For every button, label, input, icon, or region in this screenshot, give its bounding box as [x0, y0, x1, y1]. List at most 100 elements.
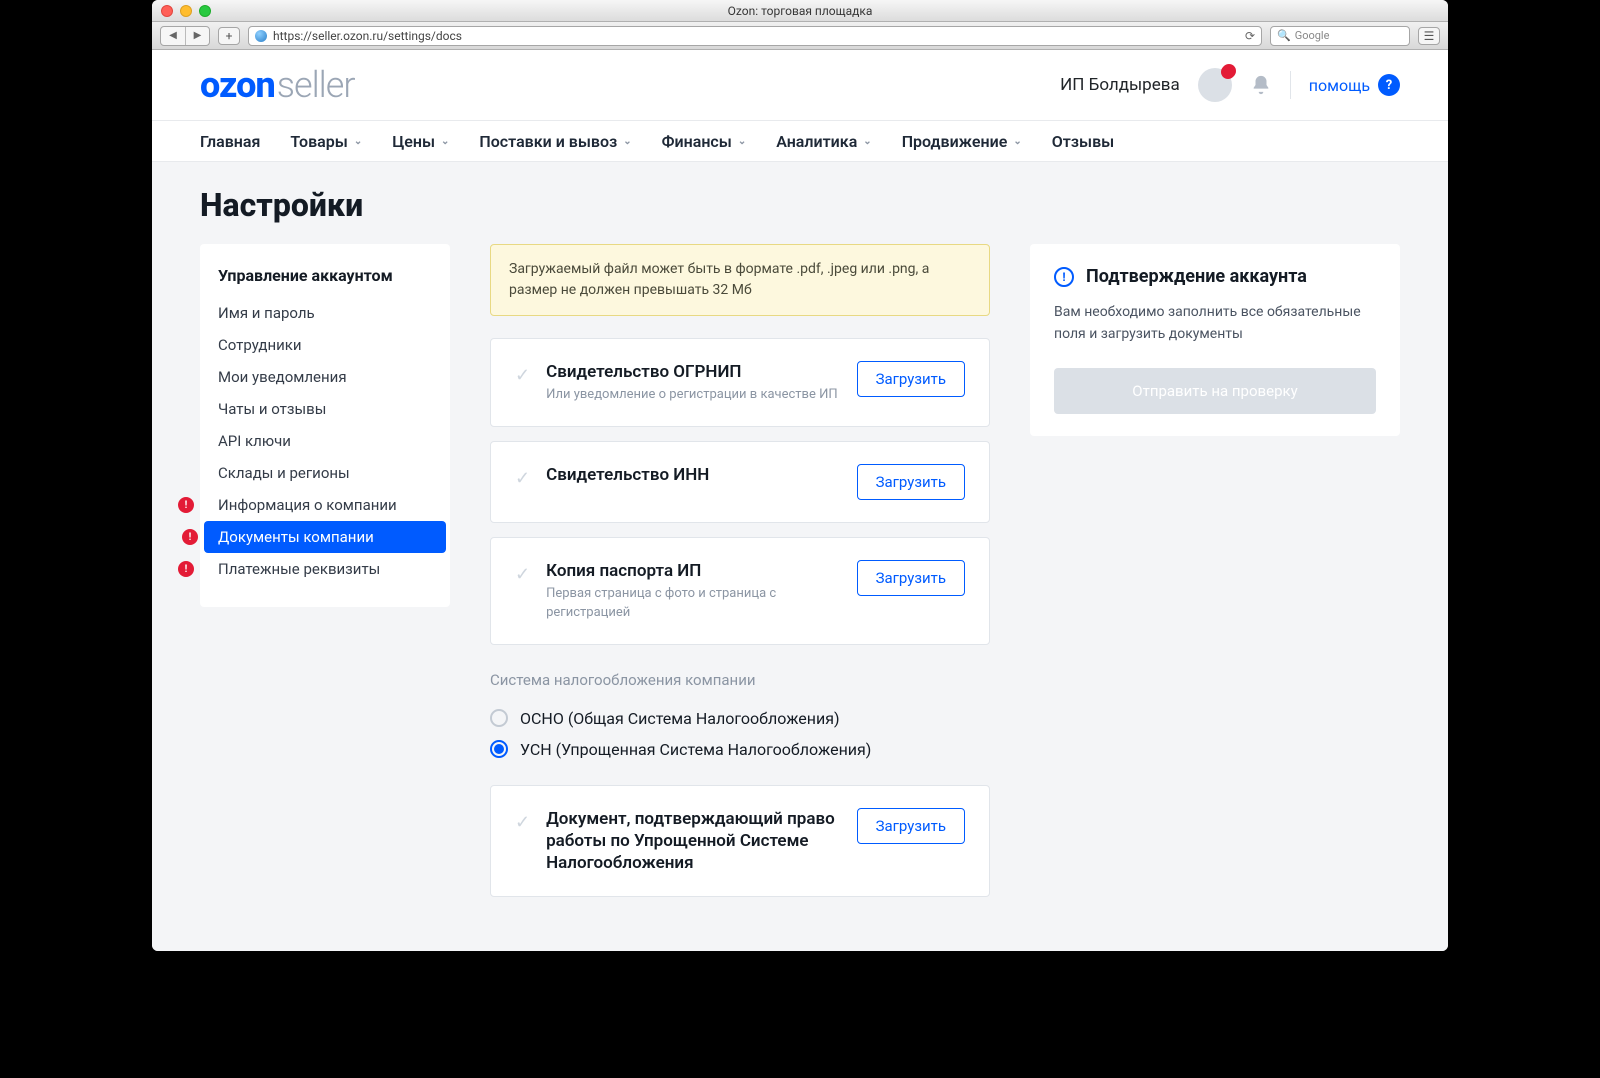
- sidebar-item-label: Документы компании: [218, 528, 374, 546]
- viewport: ozon seller ИП Болдырева ! помощь ? Глав…: [152, 50, 1448, 951]
- upload-title: Документ, подтверждающий право работы по…: [546, 808, 840, 874]
- sidebar-item-label: Имя и пароль: [218, 304, 315, 322]
- url-text: https://seller.ozon.ru/settings/docs: [273, 29, 462, 43]
- upload-button[interactable]: Загрузить: [857, 560, 965, 596]
- avatar[interactable]: !: [1198, 68, 1232, 102]
- sidebar-item-0[interactable]: Имя и пароль: [200, 297, 450, 329]
- page-title: Настройки: [200, 186, 1400, 224]
- submit-button[interactable]: Отправить на проверку: [1054, 368, 1376, 414]
- nav-item-3[interactable]: Поставки и вывоз⌄: [479, 132, 631, 151]
- logo[interactable]: ozon seller: [200, 64, 354, 106]
- nav-item-2[interactable]: Цены⌄: [392, 132, 449, 151]
- search-placeholder: Google: [1295, 29, 1330, 42]
- search-bar[interactable]: 🔍 Google: [1270, 26, 1410, 46]
- alert-badge-icon: !: [1222, 64, 1236, 78]
- menu-button[interactable]: ☰: [1418, 27, 1440, 45]
- sidebar-item-label: Информация о компании: [218, 496, 397, 514]
- sidebar-item-7[interactable]: !Документы компании: [204, 521, 446, 553]
- address-bar[interactable]: https://seller.ozon.ru/settings/docs ⟳: [248, 26, 1262, 46]
- titlebar: Ozon: торговая площадка: [152, 0, 1448, 22]
- refresh-icon[interactable]: ⟳: [1245, 29, 1255, 43]
- logo-main: ozon: [200, 64, 275, 106]
- globe-icon: [255, 30, 267, 42]
- upload-card-2: ✓Копия паспорта ИППервая страница с фото…: [490, 537, 990, 644]
- sidebar-item-label: Сотрудники: [218, 336, 302, 354]
- logo-sub: seller: [277, 64, 355, 106]
- back-button[interactable]: ◀: [161, 27, 185, 45]
- sidebar-item-label: Склады и регионы: [218, 464, 350, 482]
- panel-heading: ! Подтверждение аккаунта: [1054, 266, 1376, 287]
- bell-icon[interactable]: [1250, 74, 1272, 96]
- nav-item-1[interactable]: Товары⌄: [290, 132, 362, 151]
- tax-option-label: ОСНО (Общая Система Налогообложения): [520, 709, 840, 728]
- sidebar-item-label: Чаты и отзывы: [218, 400, 326, 418]
- tax-heading: Система налогообложения компании: [490, 671, 990, 689]
- info-icon: !: [1054, 267, 1074, 287]
- radio-icon: [490, 740, 508, 758]
- check-icon: ✓: [515, 365, 530, 386]
- nav-buttons: ◀ ▶: [160, 26, 210, 46]
- tax-option-0[interactable]: ОСНО (Общая Система Налогообложения): [490, 703, 990, 734]
- sidebar-item-5[interactable]: Склады и регионы: [200, 457, 450, 489]
- divider: [1290, 71, 1291, 99]
- tax-option-label: УСН (Упрощенная Система Налогообложения): [520, 740, 871, 759]
- upload-card-1: ✓Свидетельство ИННЗагрузить: [490, 441, 990, 523]
- app-header: ozon seller ИП Болдырева ! помощь ?: [152, 50, 1448, 120]
- sidebar-section-title: Управление аккаунтом: [200, 266, 450, 297]
- browser-window: Ozon: торговая площадка ◀ ▶ + https://se…: [152, 0, 1448, 951]
- check-icon: ✓: [515, 812, 530, 833]
- chevron-down-icon: ⌄: [738, 136, 746, 147]
- chevron-down-icon: ⌄: [441, 136, 449, 147]
- upload-card-0: ✓Свидетельство ОГРНИПИли уведомление о р…: [490, 338, 990, 427]
- browser-toolbar: ◀ ▶ + https://seller.ozon.ru/settings/do…: [152, 22, 1448, 50]
- chevron-down-icon: ⌄: [1013, 136, 1021, 147]
- tax-section: Система налогообложения компании ОСНО (О…: [490, 671, 990, 765]
- sidebar-item-label: API ключи: [218, 432, 291, 450]
- page-head: Настройки: [152, 162, 1448, 244]
- sidebar-item-8[interactable]: !Платежные реквизиты: [200, 553, 450, 585]
- add-button[interactable]: +: [218, 27, 240, 45]
- window-title: Ozon: торговая площадка: [152, 4, 1448, 18]
- nav-item-5[interactable]: Аналитика⌄: [776, 132, 871, 151]
- layout: Управление аккаунтом Имя и пароль Сотрудн…: [152, 244, 1448, 951]
- nav-item-4[interactable]: Финансы⌄: [662, 132, 747, 151]
- help-label: помощь: [1309, 76, 1370, 95]
- chevron-down-icon: ⌄: [354, 136, 362, 147]
- content: Загружаемый файл может быть в формате .p…: [490, 244, 990, 911]
- forward-button[interactable]: ▶: [185, 27, 209, 45]
- panel-text: Вам необходимо заполнить все обязательны…: [1054, 301, 1376, 346]
- sidebar-item-6[interactable]: !Информация о компании: [200, 489, 450, 521]
- sidebar-item-4[interactable]: API ключи: [200, 425, 450, 457]
- upload-button[interactable]: Загрузить: [857, 808, 965, 844]
- sidebar-item-label: Мои уведомления: [218, 368, 347, 386]
- check-icon: ✓: [515, 564, 530, 585]
- chevron-down-icon: ⌄: [623, 136, 631, 147]
- panel-title: Подтверждение аккаунта: [1086, 266, 1307, 287]
- alert-icon: !: [182, 529, 198, 545]
- info-box: Загружаемый файл может быть в формате .p…: [490, 244, 990, 316]
- verification-panel: ! Подтверждение аккаунта Вам необходимо …: [1030, 244, 1400, 436]
- nav-item-7[interactable]: Отзывы: [1052, 132, 1114, 151]
- nav-item-0[interactable]: Главная: [200, 132, 260, 151]
- upload-title: Свидетельство ОГРНИП: [546, 361, 840, 383]
- upload-card-tax-doc: ✓ Документ, подтверждающий право работы …: [490, 785, 990, 897]
- upload-text: Документ, подтверждающий право работы по…: [546, 808, 840, 874]
- help-link[interactable]: помощь ?: [1309, 74, 1400, 96]
- alert-icon: !: [178, 561, 194, 577]
- upload-text: Свидетельство ИНН: [546, 464, 840, 486]
- help-icon: ?: [1378, 74, 1400, 96]
- main-nav: Главная Товары⌄ Цены⌄ Поставки и вывоз⌄ Фина…: [152, 120, 1448, 162]
- sidebar-item-3[interactable]: Чаты и отзывы: [200, 393, 450, 425]
- nav-item-6[interactable]: Продвижение⌄: [902, 132, 1022, 151]
- tax-option-1[interactable]: УСН (Упрощенная Система Налогообложения): [490, 734, 990, 765]
- header-right: ИП Болдырева ! помощь ?: [1060, 68, 1400, 102]
- sidebar: Управление аккаунтом Имя и пароль Сотрудн…: [200, 244, 450, 607]
- chevron-down-icon: ⌄: [863, 136, 871, 147]
- upload-button[interactable]: Загрузить: [857, 464, 965, 500]
- alert-icon: !: [178, 497, 194, 513]
- sidebar-item-1[interactable]: Сотрудники: [200, 329, 450, 361]
- sidebar-item-label: Платежные реквизиты: [218, 560, 380, 578]
- sidebar-item-2[interactable]: Мои уведомления: [200, 361, 450, 393]
- upload-button[interactable]: Загрузить: [857, 361, 965, 397]
- upload-title: Свидетельство ИНН: [546, 464, 840, 486]
